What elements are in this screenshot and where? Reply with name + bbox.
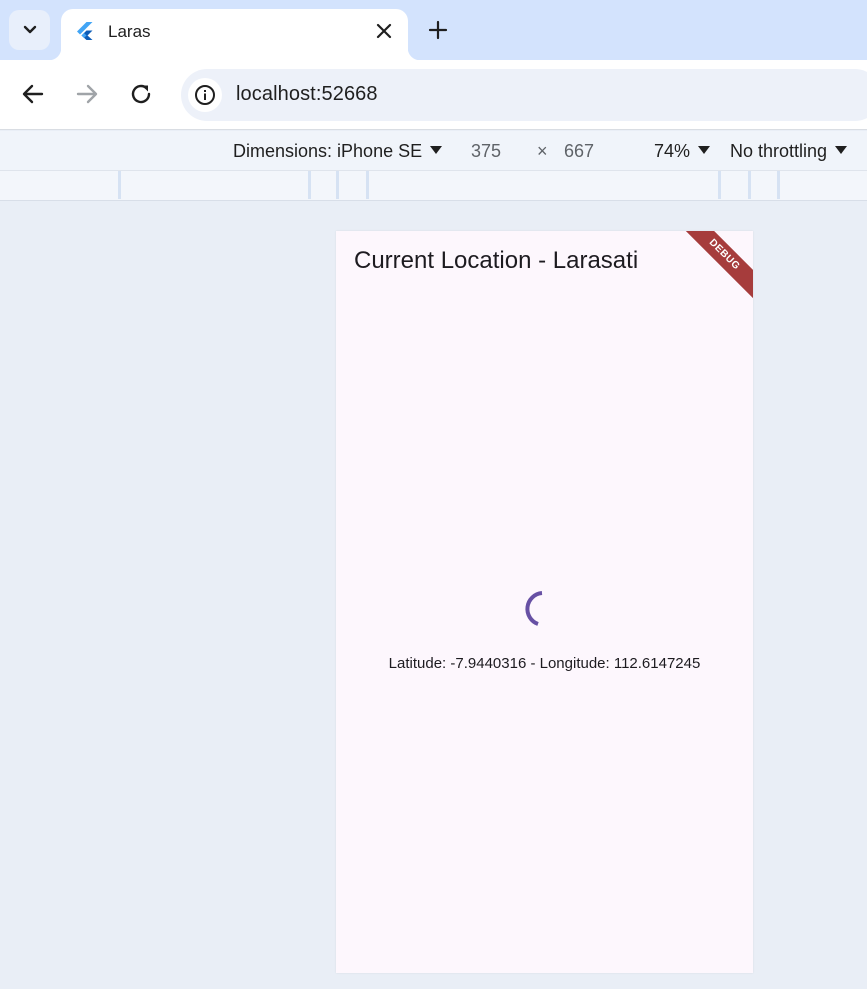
emulation-area: Current Location - Larasati DEBUG Latitu… [0, 202, 867, 989]
ruler-tick[interactable] [118, 171, 121, 199]
tab-strip: Laras [0, 0, 867, 60]
debug-banner: DEBUG [678, 231, 753, 301]
tab-title: Laras [108, 22, 151, 41]
height-input[interactable]: 667 [564, 141, 594, 162]
ruler-tick[interactable] [748, 171, 751, 199]
location-text: Latitude: -7.9440316 - Longitude: 112.61… [388, 655, 701, 672]
dimensions-dropdown[interactable]: Dimensions: iPhone SE [233, 141, 443, 162]
url-text[interactable]: localhost:52668 [236, 83, 378, 106]
width-input[interactable]: 375 [471, 141, 501, 162]
close-icon[interactable] [374, 21, 394, 41]
throttling-label: No throttling [730, 141, 828, 161]
zoom-label: 74% [654, 141, 691, 161]
media-query-ruler [0, 171, 867, 201]
back-arrow-icon[interactable] [20, 81, 46, 107]
ruler-tick[interactable] [718, 171, 721, 199]
throttling-dropdown[interactable]: No throttling [730, 141, 848, 162]
ruler-tick[interactable] [336, 171, 339, 199]
site-info-button[interactable] [188, 78, 222, 112]
caret-down-icon [698, 146, 711, 154]
times-separator: × [537, 141, 548, 161]
browser-tab[interactable]: Laras [49, 9, 420, 60]
chevron-down-icon [23, 25, 36, 34]
dimensions-label: Dimensions: iPhone SE [233, 141, 423, 161]
ruler-tick[interactable] [366, 171, 369, 199]
zoom-dropdown[interactable]: 74% [654, 141, 711, 162]
caret-down-icon [430, 146, 443, 154]
tab-search-button[interactable] [9, 10, 50, 50]
new-tab-plus-icon[interactable] [427, 19, 449, 41]
forward-arrow-icon[interactable] [74, 81, 100, 107]
address-bar[interactable]: localhost:52668 [181, 69, 867, 121]
ruler-tick[interactable] [308, 171, 311, 199]
flutter-logo-icon [77, 22, 93, 40]
caret-down-icon [835, 146, 848, 154]
loading-spinner-icon [525, 591, 543, 626]
app-bar-title: Current Location - Larasati [354, 247, 639, 274]
ruler-tick[interactable] [777, 171, 780, 199]
info-icon [195, 85, 215, 105]
device-toolbar: Dimensions: iPhone SE 375 × 667 74% No t… [0, 131, 867, 171]
browser-toolbar: localhost:52668 [0, 60, 867, 130]
reload-icon[interactable] [128, 81, 154, 107]
device-viewport: Current Location - Larasati DEBUG Latitu… [336, 231, 753, 973]
